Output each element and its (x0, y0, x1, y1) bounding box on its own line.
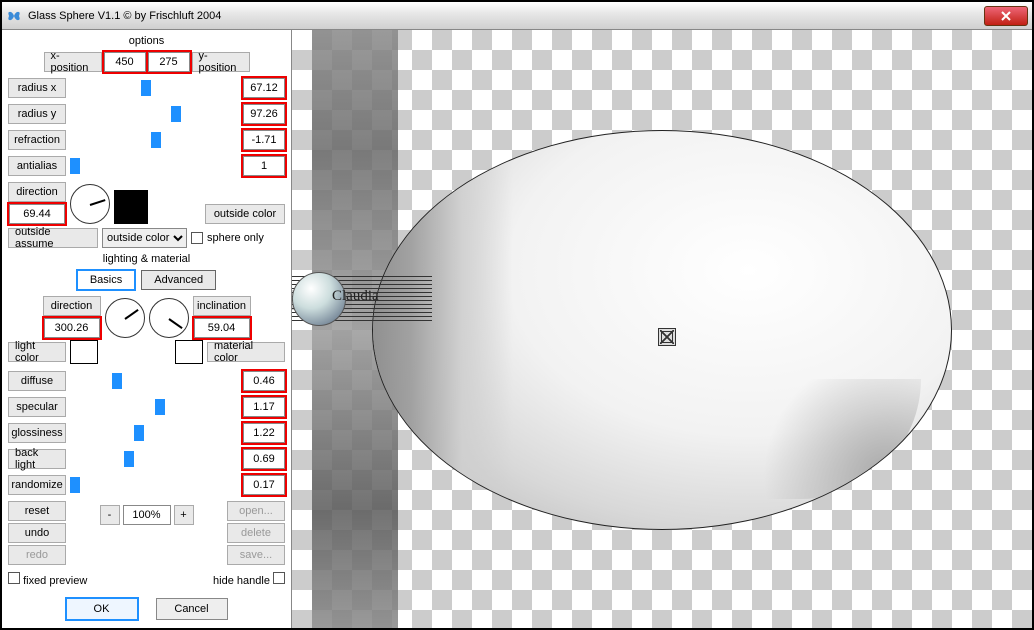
radius-y-button[interactable]: radius y (8, 104, 66, 124)
light-inclination-value[interactable]: 59.04 (194, 318, 250, 338)
refraction-value[interactable]: -1.71 (243, 130, 285, 150)
sphere-only-label: sphere only (207, 232, 264, 244)
lighting-material-label: lighting & material (8, 253, 285, 265)
glossiness-slider[interactable] (70, 424, 239, 442)
light-direction-dial[interactable] (105, 298, 145, 338)
ok-button[interactable]: OK (66, 598, 138, 620)
refraction-button[interactable]: refraction (8, 130, 66, 150)
light-color-swatch[interactable] (70, 340, 98, 364)
sphere-only-checkbox[interactable] (191, 232, 203, 244)
close-button[interactable] (984, 6, 1028, 26)
randomize-value[interactable]: 0.17 (243, 475, 285, 495)
sphere-refraction (372, 131, 513, 529)
glossiness-value[interactable]: 1.22 (243, 423, 285, 443)
glossiness-button[interactable]: glossiness (8, 423, 66, 443)
diffuse-button[interactable]: diffuse (8, 371, 66, 391)
specular-slider[interactable] (70, 398, 239, 416)
delete-button[interactable]: delete (227, 523, 285, 543)
diffuse-slider[interactable] (70, 372, 239, 390)
radius-x-button[interactable]: radius x (8, 78, 66, 98)
tab-advanced[interactable]: Advanced (141, 270, 216, 290)
window-title: Glass Sphere V1.1 © by Frischluft 2004 (28, 10, 984, 22)
specular-value[interactable]: 1.17 (243, 397, 285, 417)
y-position-button[interactable]: y-position (192, 52, 250, 72)
undo-button[interactable]: undo (8, 523, 66, 543)
open-button[interactable]: open... (227, 501, 285, 521)
preview-area[interactable]: Claudia (292, 30, 1032, 628)
light-inclination-button[interactable]: inclination (193, 296, 251, 316)
x-position-value[interactable]: 450 (104, 52, 146, 72)
back-light-value[interactable]: 0.69 (243, 449, 285, 469)
reset-button[interactable]: reset (8, 501, 66, 521)
randomize-slider[interactable] (70, 476, 239, 494)
outside-assume-select[interactable]: outside color (102, 228, 187, 248)
zoom-value[interactable]: 100% (123, 505, 171, 525)
fixed-preview-checkbox[interactable] (8, 572, 20, 584)
tab-basics[interactable]: Basics (77, 270, 135, 290)
titlebar: Glass Sphere V1.1 © by Frischluft 2004 (2, 2, 1032, 30)
fixed-preview-label: fixed preview (23, 575, 87, 587)
material-color-button[interactable]: material color (207, 342, 285, 362)
radius-y-value[interactable]: 97.26 (243, 104, 285, 124)
radius-y-slider[interactable] (70, 105, 239, 123)
center-handle-icon[interactable] (658, 328, 676, 346)
back-light-button[interactable]: back light (8, 449, 66, 469)
direction-dial[interactable] (70, 184, 110, 224)
back-light-slider[interactable] (70, 450, 239, 468)
options-label: options (8, 35, 285, 47)
direction-value[interactable]: 69.44 (9, 204, 65, 224)
radius-x-slider[interactable] (70, 79, 239, 97)
diffuse-value[interactable]: 0.46 (243, 371, 285, 391)
light-inclination-dial[interactable] (149, 298, 189, 338)
y-position-value[interactable]: 275 (148, 52, 190, 72)
light-direction-button[interactable]: direction (43, 296, 101, 316)
outside-assume-button[interactable]: outside assume (8, 228, 98, 248)
randomize-button[interactable]: randomize (8, 475, 66, 495)
antialias-value[interactable]: 1 (243, 156, 285, 176)
antialias-button[interactable]: antialias (8, 156, 66, 176)
save-button[interactable]: save... (227, 545, 285, 565)
x-position-button[interactable]: x-position (44, 52, 102, 72)
watermark-text: Claudia (332, 288, 379, 305)
outside-color-button[interactable]: outside color (205, 204, 285, 224)
watermark: Claudia (292, 270, 432, 328)
redo-button[interactable]: redo (8, 545, 66, 565)
controls-panel: options x-position 450 275 y-position ra… (2, 30, 292, 628)
material-color-swatch[interactable] (175, 340, 203, 364)
zoom-out-button[interactable]: - (100, 505, 120, 525)
light-direction-value[interactable]: 300.26 (44, 318, 100, 338)
specular-button[interactable]: specular (8, 397, 66, 417)
outside-color-swatch[interactable] (114, 190, 148, 224)
hide-handle-label: hide handle (213, 575, 270, 587)
antialias-slider[interactable] (70, 157, 239, 175)
app-icon (6, 8, 22, 24)
light-color-button[interactable]: light color (8, 342, 66, 362)
cancel-button[interactable]: Cancel (156, 598, 228, 620)
refraction-slider[interactable] (70, 131, 239, 149)
zoom-in-button[interactable]: + (174, 505, 194, 525)
direction-button[interactable]: direction (8, 182, 66, 202)
radius-x-value[interactable]: 67.12 (243, 78, 285, 98)
hide-handle-checkbox[interactable] (273, 572, 285, 584)
